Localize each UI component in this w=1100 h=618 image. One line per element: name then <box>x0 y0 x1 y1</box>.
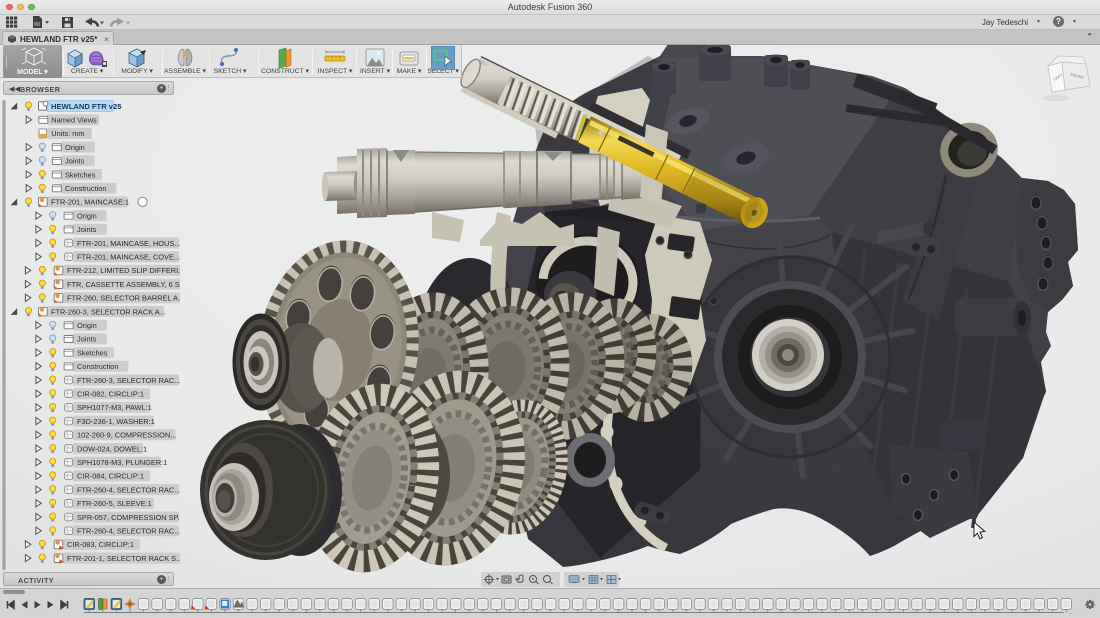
svg-text:Units: mm: Units: mm <box>51 129 84 138</box>
svg-text:..: .. <box>1069 609 1073 616</box>
svg-text:Construction: Construction <box>65 184 107 193</box>
svg-text:FTR-260-3, SELECTOR RAC...: FTR-260-3, SELECTOR RAC... <box>77 376 180 385</box>
svg-text:CIR-082, CIRCLIP:1: CIR-082, CIRCLIP:1 <box>77 390 144 399</box>
svg-text:Named Views: Named Views <box>51 116 97 125</box>
svg-text:Origin: Origin <box>65 143 85 152</box>
svg-text:SPH1078-M3, PLUNGER:1: SPH1078-M3, PLUNGER:1 <box>77 458 167 467</box>
svg-text:Joints: Joints <box>77 225 97 234</box>
svg-text:HEWLAND FTR v25: HEWLAND FTR v25 <box>51 102 122 111</box>
svg-text:FTR-212, LIMITED SLIP DIFFERI.: FTR-212, LIMITED SLIP DIFFERI... <box>67 266 180 275</box>
svg-text:FTR-260-4, SELECTOR RAC...: FTR-260-4, SELECTOR RAC... <box>77 485 180 494</box>
svg-text:FTR-260-5, SLEEVE:1: FTR-260-5, SLEEVE:1 <box>77 499 152 508</box>
svg-text:FTR-260, SELECTOR BARREL A...: FTR-260, SELECTOR BARREL A... <box>67 294 180 303</box>
svg-text:CIR-084, CIRCLIP:1: CIR-084, CIRCLIP:1 <box>77 472 144 481</box>
svg-text:Sketches: Sketches <box>77 348 108 357</box>
svg-text:SPH1077-M3, PAWL:1: SPH1077-M3, PAWL:1 <box>77 403 152 412</box>
svg-text:FTR-201-1, SELECTOR RACK S...: FTR-201-1, SELECTOR RACK S... <box>67 554 180 563</box>
svg-text:CIR-083, CIRCLIP:1: CIR-083, CIRCLIP:1 <box>67 540 134 549</box>
svg-text:FTR, CASSETTE ASSEMBLY, 6 SI..: FTR, CASSETTE ASSEMBLY, 6 SI... <box>67 280 180 289</box>
svg-text:Origin: Origin <box>77 211 97 220</box>
svg-text:Joints: Joints <box>77 335 97 344</box>
svg-text:FTR-201, MAINCASE, HOUS...: FTR-201, MAINCASE, HOUS... <box>77 239 180 248</box>
svg-text:SPR-057, COMPRESSION SP...: SPR-057, COMPRESSION SP... <box>77 513 180 522</box>
svg-text:102-260-9, COMPRESSION...: 102-260-9, COMPRESSION... <box>77 431 176 440</box>
svg-text:FTR-260-3, SELECTOR RACK A...: FTR-260-3, SELECTOR RACK A... <box>51 307 166 316</box>
svg-text:Sketches: Sketches <box>65 170 96 179</box>
svg-text:FTR-260-4, SELECTOR RAC...: FTR-260-4, SELECTOR RAC... <box>77 527 180 536</box>
svg-text:Origin: Origin <box>77 321 97 330</box>
svg-text:Construction: Construction <box>77 362 119 371</box>
svg-text:Joints: Joints <box>65 157 85 166</box>
svg-text:FTR-201, MAINCASE:1: FTR-201, MAINCASE:1 <box>51 198 129 207</box>
svg-text:F3D-236-1, WASHER:1: F3D-236-1, WASHER:1 <box>77 417 155 426</box>
svg-text:FTR-201, MAINCASE, COVE...: FTR-201, MAINCASE, COVE... <box>77 253 180 262</box>
svg-text:DOW-024, DOWEL:1: DOW-024, DOWEL:1 <box>77 444 147 453</box>
